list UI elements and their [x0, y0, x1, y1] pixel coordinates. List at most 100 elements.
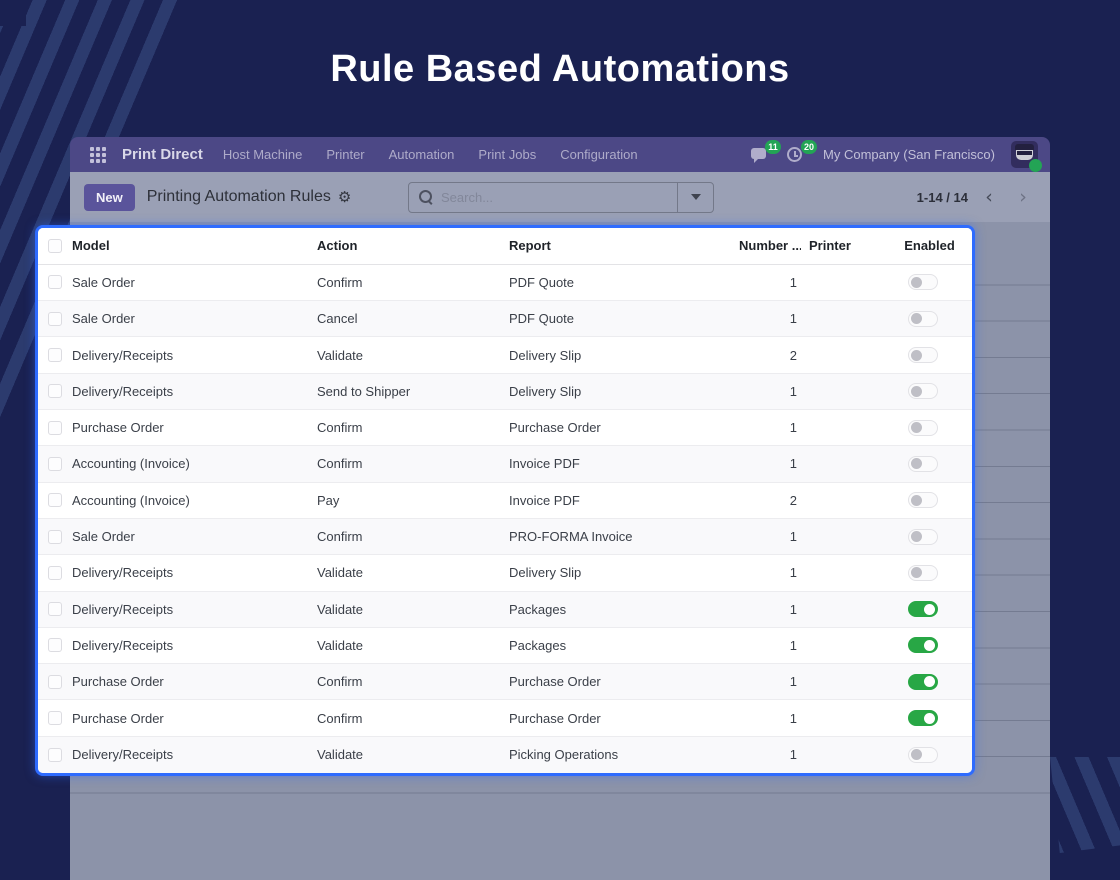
column-header-enabled[interactable]: Enabled: [873, 238, 972, 253]
row-checkbox[interactable]: [48, 711, 62, 726]
row-checkbox-cell: [38, 711, 72, 726]
row-checkbox[interactable]: [48, 493, 62, 508]
row-checkbox-cell: [38, 493, 72, 508]
table-row[interactable]: Delivery/Receipts Validate Packages 1: [38, 591, 972, 628]
cell-number: 1: [789, 274, 797, 290]
messages-badge: 11: [765, 139, 782, 154]
cell-action: Confirm: [317, 674, 363, 690]
enabled-toggle[interactable]: [907, 637, 938, 654]
table-row[interactable]: Delivery/Receipts Validate Packages 1: [38, 627, 972, 665]
menu-item-configuration[interactable]: Configuration: [560, 147, 637, 162]
menu-item-automation[interactable]: Automation: [389, 147, 455, 162]
app-brand[interactable]: Print Direct: [122, 146, 203, 163]
row-checkbox-cell: [38, 311, 72, 326]
cell-model: Sale Order: [72, 529, 135, 545]
table-row[interactable]: Sale Order Confirm PDF Quote 1: [38, 264, 972, 302]
cell-action: Confirm: [317, 456, 363, 472]
row-checkbox[interactable]: [48, 311, 62, 326]
enabled-toggle[interactable]: [907, 274, 938, 291]
table-row[interactable]: Delivery/Receipts Validate Delivery Slip 1: [38, 555, 972, 592]
cell-number: 1: [789, 383, 797, 399]
slide-title: Rule Based Automations: [330, 48, 790, 90]
table-row[interactable]: Purchase Order Confirm Purchase Order 1: [38, 700, 972, 737]
enabled-toggle[interactable]: [907, 383, 938, 400]
row-checkbox[interactable]: [48, 384, 62, 399]
table-row[interactable]: Accounting (Invoice) Pay Invoice PDF 2: [38, 482, 972, 519]
row-checkbox[interactable]: [48, 348, 62, 363]
top-navbar: Print Direct Host Machine Printer Automati…: [70, 137, 1050, 172]
row-checkbox[interactable]: [48, 456, 62, 471]
menu-item-print-jobs[interactable]: Print Jobs: [478, 147, 536, 162]
enabled-toggle[interactable]: [907, 710, 938, 727]
new-button[interactable]: New: [84, 183, 135, 211]
row-checkbox[interactable]: [48, 674, 62, 689]
table-row[interactable]: Delivery/Receipts Validate Picking Operati…: [38, 736, 972, 773]
rules-table-panel: Model Action Report Number ... Printer E…: [35, 225, 975, 776]
search-input[interactable]: Search...: [409, 190, 677, 205]
enabled-toggle[interactable]: [907, 419, 938, 436]
pager-prev-button[interactable]: ‹: [976, 184, 1002, 210]
row-checkbox[interactable]: [48, 747, 62, 762]
cell-model: Delivery/Receipts: [72, 637, 174, 653]
row-checkbox-cell: [38, 747, 72, 762]
activities-icon[interactable]: 20: [787, 139, 818, 164]
cell-model: Delivery/Receipts: [72, 383, 174, 399]
row-checkbox[interactable]: [48, 420, 62, 435]
avatar-hair: [1015, 144, 1034, 150]
pager-range: 1-14 / 14: [916, 189, 968, 205]
column-header-printer[interactable]: Printer: [801, 238, 873, 253]
company-switcher[interactable]: My Company (San Francisco): [823, 147, 995, 162]
search-dropdown-toggle[interactable]: [677, 182, 713, 212]
cell-enabled: [873, 455, 972, 472]
enabled-toggle[interactable]: [907, 673, 938, 690]
row-checkbox-cell: [38, 348, 72, 363]
table-row[interactable]: Purchase Order Confirm Purchase Order 1: [38, 664, 972, 701]
messages-icon[interactable]: 11: [751, 139, 782, 164]
search-placeholder: Search...: [441, 189, 494, 205]
cell-enabled: [873, 310, 972, 327]
cell-report: Packages: [509, 637, 567, 653]
gear-icon[interactable]: ⚙: [338, 188, 351, 206]
row-checkbox[interactable]: [48, 275, 62, 290]
cell-model: Delivery/Receipts: [72, 601, 174, 617]
pager-next-button[interactable]: ›: [1010, 184, 1036, 210]
menu-item-host-machine[interactable]: Host Machine: [223, 147, 302, 162]
table-row[interactable]: Sale Order Cancel PDF Quote 1: [38, 301, 972, 338]
row-checkbox[interactable]: [48, 638, 62, 653]
table-row[interactable]: Delivery/Receipts Validate Delivery Slip 2: [38, 337, 972, 374]
column-header-number[interactable]: Number ...: [737, 238, 801, 253]
table-row[interactable]: Purchase Order Confirm Purchase Order 1: [38, 410, 972, 447]
user-avatar[interactable]: [1011, 141, 1042, 172]
enabled-toggle[interactable]: [907, 455, 938, 472]
enabled-toggle[interactable]: [907, 492, 938, 509]
cell-enabled: [873, 274, 972, 291]
enabled-toggle[interactable]: [907, 347, 938, 364]
enabled-toggle[interactable]: [907, 310, 938, 327]
column-header-action[interactable]: Action: [317, 238, 509, 253]
cell-action: Send to Shipper: [317, 383, 411, 399]
enabled-toggle[interactable]: [907, 564, 938, 581]
row-checkbox[interactable]: [48, 602, 62, 617]
cell-action: Cancel: [317, 311, 358, 327]
enabled-toggle[interactable]: [907, 746, 938, 763]
table-row[interactable]: Delivery/Receipts Send to Shipper Delivery…: [38, 373, 972, 411]
select-all-checkbox[interactable]: [48, 238, 62, 253]
row-checkbox[interactable]: [48, 565, 62, 580]
row-checkbox[interactable]: [48, 529, 62, 544]
search-icon: [419, 190, 433, 204]
column-header-report[interactable]: Report: [509, 238, 737, 253]
avatar-glasses: [1017, 151, 1032, 155]
enabled-toggle[interactable]: [907, 528, 938, 545]
cell-enabled: [873, 492, 972, 509]
cell-enabled: [873, 746, 972, 763]
column-header-model[interactable]: Model: [72, 238, 317, 253]
apps-grid-icon[interactable]: [90, 146, 106, 163]
menu-item-printer[interactable]: Printer: [326, 147, 364, 162]
table-row[interactable]: Sale Order Confirm PRO-FORMA Invoice 1: [38, 518, 972, 556]
chat-bubble-icon: [751, 147, 767, 163]
table-row[interactable]: Accounting (Invoice) Confirm Invoice PDF 1: [38, 446, 972, 483]
pager: 1-14 / 14 ‹ ›: [917, 184, 1036, 210]
search-box[interactable]: Search...: [408, 181, 714, 213]
cell-model: Accounting (Invoice): [72, 492, 190, 508]
enabled-toggle[interactable]: [907, 601, 938, 618]
